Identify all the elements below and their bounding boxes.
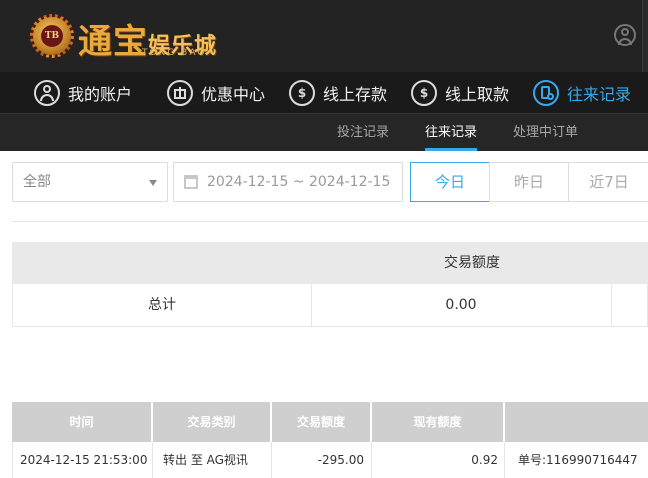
today-button[interactable]: 今日 [410, 162, 490, 202]
logo-title-char-1: 通 [78, 22, 113, 62]
column-note [505, 402, 648, 442]
records-icon [533, 80, 559, 106]
logo-subtitle: TONG BAO [142, 48, 207, 58]
column-amount: 交易额度 [296, 415, 345, 429]
calendar-icon [184, 175, 198, 189]
column-time: 时间 [69, 415, 94, 429]
details-table-header: 时间 交易类别 交易额度 现有额度 [12, 402, 648, 442]
summary-table-header: 交易额度 [12, 242, 648, 284]
column-type: 交易类别 [187, 415, 236, 429]
user-profile-icon[interactable] [614, 24, 636, 46]
table-row: 2024-12-15 21:53:00 转出 至 AG视讯 -295.00 0.… [12, 442, 648, 478]
last-7-days-button[interactable]: 近7日 [568, 162, 648, 202]
sub-nav: 投注记录 往来记录 处理中订单 [0, 114, 648, 151]
row-balance: 0.92 [471, 453, 498, 467]
withdraw-icon [411, 80, 437, 106]
user-circle-icon [34, 80, 60, 106]
site-logo[interactable]: TB 通宝娱乐城 TONG BAO [30, 12, 220, 62]
main-nav: 我的账户 优惠中心 线上存款 线上取款 往来记录 [0, 72, 648, 114]
chevron-down-icon [149, 180, 157, 186]
nav-item-online-deposit[interactable]: 线上存款 [289, 72, 387, 114]
top-header: TB 通宝娱乐城 TONG BAO [0, 0, 648, 72]
nav-item-online-withdraw[interactable]: 线上取款 [411, 72, 509, 114]
summary-cell-divider [611, 284, 612, 326]
nav-item-label: 我的账户 [68, 85, 133, 104]
header-edge [642, 0, 648, 72]
summary-column-amount: 交易额度 [444, 255, 500, 271]
row-divider [152, 442, 153, 478]
transaction-type-select[interactable]: 全部 [12, 162, 168, 202]
summary-total-value: 0.00 [445, 297, 477, 313]
tab-transaction-records[interactable]: 往来记录 [425, 114, 478, 151]
yesterday-button[interactable]: 昨日 [489, 162, 569, 202]
deposit-icon [289, 80, 315, 106]
nav-item-label: 优惠中心 [201, 85, 266, 104]
nav-item-label: 往来记录 [567, 85, 632, 104]
row-time: 2024-12-15 21:53:00 [20, 453, 148, 467]
logo-badge-text: TB [41, 25, 63, 47]
row-amount: -295.00 [317, 453, 364, 467]
row-note: 单号:116990716447 [518, 453, 638, 467]
nav-item-label: 线上存款 [323, 85, 388, 104]
summary-total-label: 总计 [148, 297, 176, 313]
tab-pending-orders[interactable]: 处理中订单 [513, 114, 578, 151]
nav-item-label: 线上取款 [445, 85, 510, 104]
row-type: 转出 至 AG视讯 [163, 453, 248, 467]
nav-item-transaction-records[interactable]: 往来记录 [533, 72, 631, 114]
tab-bet-records[interactable]: 投注记录 [337, 114, 389, 151]
nav-item-my-account[interactable]: 我的账户 [34, 72, 132, 114]
date-range-input[interactable]: 2024-12-15 ~ 2024-12-15 [173, 162, 403, 202]
row-divider [271, 442, 272, 478]
select-value: 全部 [23, 174, 51, 190]
nav-item-promotions[interactable]: 优惠中心 [167, 72, 265, 114]
summary-table-row: 总计 0.00 [12, 284, 648, 327]
row-divider [504, 442, 505, 478]
row-divider [371, 442, 372, 478]
date-range-value: 2024-12-15 ~ 2024-12-15 [207, 174, 391, 190]
filter-divider [12, 221, 648, 222]
logo-chip-icon: TB [30, 14, 74, 58]
gift-icon [167, 80, 193, 106]
column-balance: 现有额度 [413, 415, 462, 429]
